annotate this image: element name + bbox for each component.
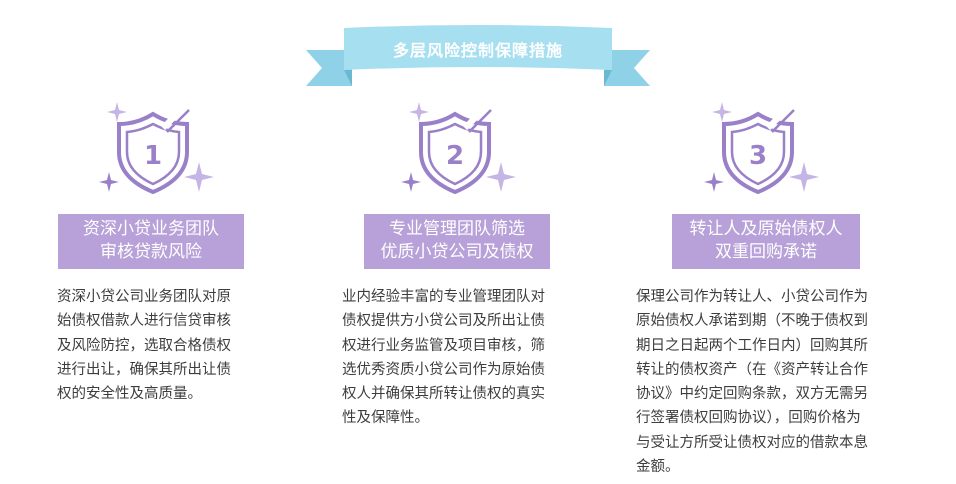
desc-line: 期日之日起两个工作日内）回购其所 — [636, 337, 868, 354]
step-title: 专业管理团队筛选 优质小贷公司及债权 — [364, 214, 550, 269]
desc-line: 资深小贷公司业务团队对原 — [57, 289, 231, 305]
step-number: 2 — [446, 141, 464, 171]
shield-icon: 3 — [698, 98, 828, 208]
desc-line: 选优秀资质小贷公司作为原始债 — [342, 361, 545, 378]
step-description: 保理公司作为转让人、小贷公司作为 原始债权人承诺到期（不晚于债权到 期日之日起两… — [636, 285, 868, 479]
sparkle-icon — [184, 162, 214, 192]
desc-line: 权的安全性及高质量。 — [57, 386, 202, 403]
desc-line: 转让的债权资产（在《资产转让合作 — [636, 361, 868, 378]
step-title-line: 资深小贷业务团队 — [83, 219, 219, 239]
sparkle-icon — [712, 102, 732, 122]
step-number: 1 — [144, 141, 162, 171]
step-title: 转让人及原始债权人 双重回购承诺 — [672, 214, 860, 269]
desc-line: 与受让方所受让债权对应的借款本息 — [636, 434, 868, 451]
sparkle-icon — [704, 172, 724, 192]
desc-line: 金额。 — [636, 459, 680, 476]
step-title: 资深小贷业务团队 审核贷款风险 — [58, 214, 244, 269]
step-title-line: 双重回购承诺 — [715, 242, 817, 262]
desc-line: 行签署债权回购协议），回购价格为 — [636, 410, 861, 427]
step-description: 业内经验丰富的专业管理团队对 债权提供方小贷公司及所出让债 权进行业务监管及项目… — [342, 285, 545, 431]
step-description: 资深小贷公司业务团队对原 始债权借款人进行信贷审核 及风险防控，选取合格债权 进… — [57, 285, 231, 406]
desc-line: 进行出让，确保其所出让债 — [57, 361, 231, 378]
sparkle-icon — [107, 102, 127, 122]
shield-icon: 2 — [395, 98, 525, 208]
desc-line: 业内经验丰富的专业管理团队对 — [342, 289, 545, 305]
sparkle-icon — [401, 172, 421, 192]
sparkle-icon — [789, 162, 819, 192]
step-column-3: 3 转让人及原始债权人 双重回购承诺 保理公司作为转让人、小贷公司作为 原始债权… — [636, 0, 906, 484]
step-title-line: 专业管理团队筛选 — [389, 219, 525, 239]
desc-line: 性及保障性。 — [342, 410, 429, 427]
step-column-2: 2 专业管理团队筛选 优质小贷公司及债权 业内经验丰富的专业管理团队对 债权提供… — [340, 0, 580, 484]
step-title-line: 优质小贷公司及债权 — [380, 242, 534, 262]
sparkle-icon — [409, 102, 429, 122]
desc-line: 债权提供方小贷公司及所出让债 — [342, 313, 545, 330]
desc-line: 始债权借款人进行信贷审核 — [57, 313, 231, 330]
shield-icon: 1 — [93, 98, 223, 208]
desc-line: 原始债权人承诺到期（不晚于债权到 — [636, 313, 868, 330]
step-column-1: 1 资深小贷业务团队 审核贷款风险 资深小贷公司业务团队对原 始债权借款人进行信… — [55, 0, 265, 484]
step-number: 3 — [749, 141, 767, 171]
desc-line: 及风险防控，选取合格债权 — [57, 337, 231, 354]
step-title-line: 审核贷款风险 — [100, 242, 202, 262]
sparkle-icon — [99, 172, 119, 192]
desc-line: 权进行业务监管及项目审核，筛 — [342, 337, 545, 354]
sparkle-icon — [486, 162, 516, 192]
desc-line: 权人并确保其所转让债权的真实 — [342, 386, 545, 403]
step-title-line: 转让人及原始债权人 — [689, 219, 843, 239]
desc-line: 保理公司作为转让人、小贷公司作为 — [636, 289, 868, 305]
desc-line: 协议》中约定回购条款，双方无需另 — [636, 386, 868, 403]
